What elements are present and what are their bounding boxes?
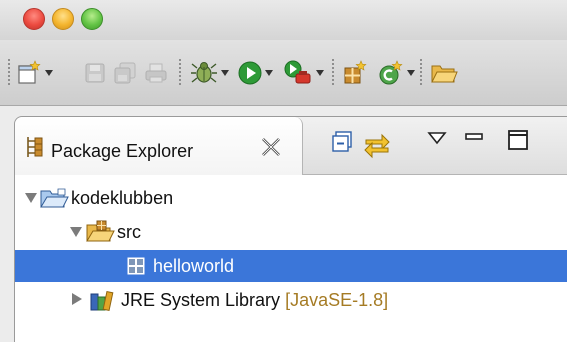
package-explorer-icon [27, 137, 43, 157]
external-tools-button[interactable] [283, 60, 324, 86]
tree-item-label: helloworld [153, 256, 235, 276]
toolbar-separator [332, 59, 334, 87]
run-icon [238, 61, 262, 85]
title-bar [0, 0, 567, 40]
debug-icon [191, 62, 217, 83]
new-wizard-icon [18, 60, 41, 84]
open-button[interactable] [430, 60, 458, 86]
open-folder-icon [431, 65, 458, 83]
project-folder-icon [40, 188, 69, 208]
source-folder-icon [86, 220, 115, 242]
new-java-package-button[interactable] [342, 60, 368, 86]
save-button[interactable] [84, 60, 106, 86]
maximize-icon[interactable] [507, 129, 529, 151]
save-all-button[interactable] [113, 60, 137, 86]
view-menu-icon[interactable] [427, 131, 447, 145]
run-button[interactable] [238, 60, 273, 86]
zoom-window-button[interactable] [81, 8, 103, 30]
new-java-class-icon [379, 60, 403, 85]
tab-label: Package Explorer [51, 141, 194, 161]
tab-package-explorer[interactable]: Package Explorer [15, 117, 303, 175]
library-name: JRE System Library [121, 290, 281, 310]
view-tab-bar: Package Explorer [15, 117, 567, 175]
tree-item-label: src [117, 222, 141, 242]
new-wizard-button[interactable] [16, 60, 53, 86]
toolbar-separator [8, 59, 10, 87]
dropdown-arrow-icon[interactable] [407, 70, 415, 76]
save-all-icon [114, 62, 136, 84]
new-java-package-icon [344, 60, 367, 84]
minimize-window-button[interactable] [52, 8, 74, 30]
chevron-right-icon[interactable] [71, 292, 83, 306]
dropdown-arrow-icon[interactable] [221, 70, 229, 76]
external-tools-icon [284, 60, 311, 84]
tree-item-project[interactable]: kodeklubben [15, 182, 567, 214]
package-explorer-view: Package Explorer kodeklubben src hellowo… [14, 116, 567, 342]
dropdown-arrow-icon[interactable] [265, 70, 273, 76]
print-icon [145, 63, 167, 83]
link-with-editor-icon[interactable] [363, 131, 391, 159]
tree-item-label: JRE System Library [JavaSE-1.8] [121, 290, 388, 311]
chevron-down-icon[interactable] [24, 192, 38, 204]
library-decoration: [JavaSE-1.8] [285, 290, 389, 310]
chevron-down-icon[interactable] [69, 226, 83, 238]
library-icon [90, 290, 114, 312]
tree-item-library[interactable]: JRE System Library [JavaSE-1.8] [15, 284, 567, 316]
debug-button[interactable] [190, 60, 229, 86]
new-java-class-button[interactable] [378, 60, 415, 86]
close-window-button[interactable] [23, 8, 45, 30]
minimize-icon[interactable] [465, 131, 483, 143]
save-icon [85, 63, 105, 83]
toolbar-separator [179, 59, 181, 87]
dropdown-arrow-icon[interactable] [316, 70, 324, 76]
close-icon[interactable] [261, 137, 281, 157]
tree-item-package[interactable]: helloworld [15, 250, 567, 282]
package-icon [127, 257, 145, 275]
tree-item-label: kodeklubben [71, 188, 174, 208]
main-toolbar [0, 40, 567, 106]
collapse-all-icon[interactable] [331, 131, 353, 153]
dropdown-arrow-icon[interactable] [45, 70, 53, 76]
tree-item-source-folder[interactable]: src [15, 216, 567, 248]
toolbar-separator [420, 59, 422, 87]
print-button[interactable] [144, 60, 168, 86]
